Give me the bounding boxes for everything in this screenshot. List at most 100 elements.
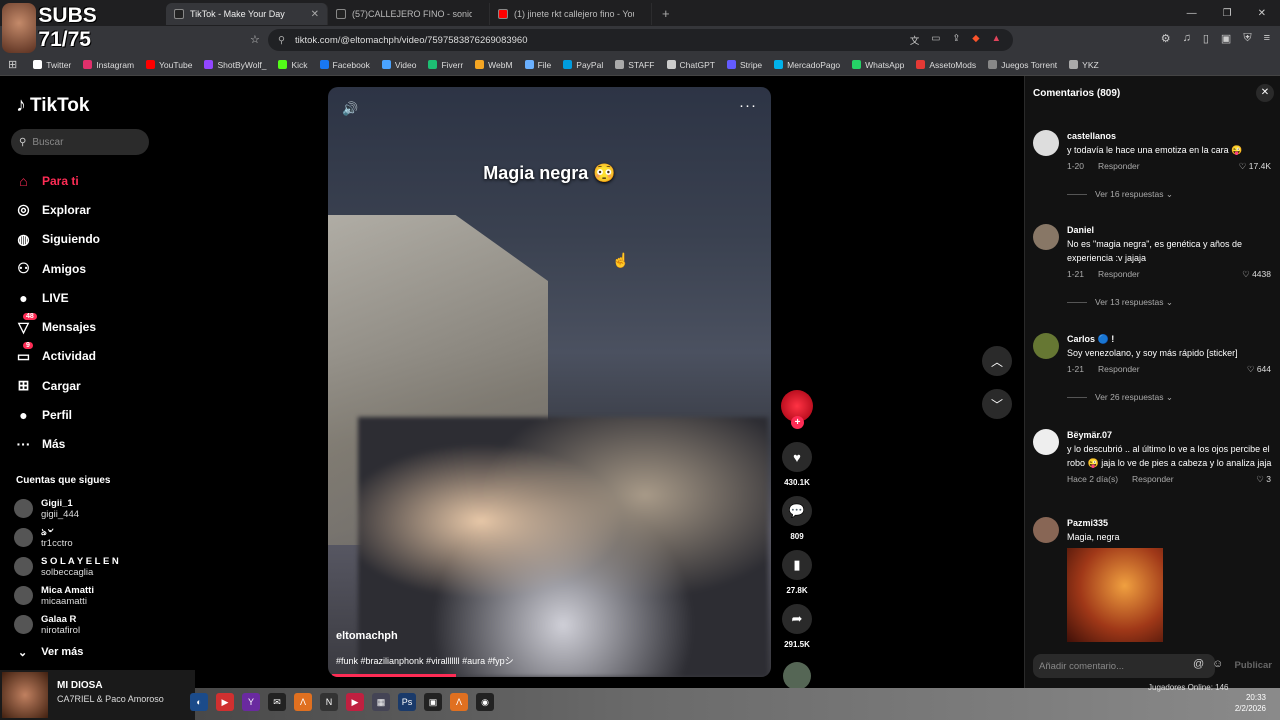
app-icon[interactable]: Λ <box>294 693 312 711</box>
nav-item[interactable]: ● Perfil <box>15 400 195 429</box>
menu-icon[interactable]: ≡ <box>1264 32 1270 45</box>
bookmark-star-icon[interactable]: ☆ <box>250 33 260 46</box>
reply-button[interactable]: Responder <box>1132 474 1174 484</box>
system-clock[interactable]: 20:33 2/2/2026 <box>1235 692 1266 714</box>
brave-shield-icon[interactable]: ◆ <box>972 33 979 47</box>
bookmark-item[interactable]: Fiverr <box>428 60 463 70</box>
bookmark-item[interactable]: Video <box>381 60 416 70</box>
sidebar-icon[interactable]: ▯ <box>1203 32 1209 45</box>
bookmark-item[interactable]: Instagram <box>83 60 134 70</box>
bookmark-item[interactable]: ChatGPT <box>666 60 715 70</box>
mention-icon[interactable]: @ <box>1193 658 1204 670</box>
view-replies-button[interactable]: Ver 16 respuestas ⌄ <box>1067 189 1279 200</box>
nav-item[interactable]: ▽ 48 Mensajes <box>15 312 195 341</box>
reply-button[interactable]: Responder <box>1098 364 1140 374</box>
bookmark-item[interactable]: AssetoMods <box>916 60 976 70</box>
music-disc-icon[interactable] <box>783 662 811 690</box>
following-item[interactable]: S O L A Y E L E Nsolbeccaglia <box>14 552 119 581</box>
app-icon[interactable]: Λ <box>450 693 468 711</box>
search-input[interactable]: ⚲ Buscar <box>11 129 149 155</box>
comment-like-button[interactable]: ♡ 4438 <box>1242 269 1271 280</box>
tiktok-logo[interactable]: ♪ TikTok <box>16 94 89 117</box>
video-hashtags[interactable]: #funk #brazilianphonk #viralllllll #aura… <box>336 654 514 667</box>
nav-item[interactable]: ⌂ Para ti <box>15 166 195 195</box>
comment-user[interactable]: Daniel <box>1067 224 1279 236</box>
view-replies-button[interactable]: Ver 26 respuestas ⌄ <box>1067 392 1279 403</box>
comment-button[interactable]: 💬 809 <box>782 496 812 541</box>
comment-input[interactable]: Añadir comentario... <box>1033 654 1215 678</box>
bookmark-item[interactable]: YouTube <box>146 60 192 70</box>
follow-plus-icon[interactable]: + <box>791 416 804 429</box>
close-comments-icon[interactable]: ✕ <box>1256 84 1274 102</box>
close-window-icon[interactable]: ✕ <box>1258 8 1266 19</box>
app-icon[interactable]: Y <box>242 693 260 711</box>
maximize-icon[interactable]: ❐ <box>1223 8 1232 19</box>
comment-user[interactable]: Carlos 🔵 ! <box>1067 333 1279 345</box>
publish-button[interactable]: Publicar <box>1235 660 1273 671</box>
ver-mas-button[interactable]: ⌄ Ver más <box>18 646 83 659</box>
following-item[interactable]: Gigii_1 gigii_444 <box>14 494 119 523</box>
bookmark-item[interactable]: Juegos Torrent <box>988 60 1057 70</box>
bookmark-item[interactable]: Kick <box>278 60 308 70</box>
bookmark-item[interactable]: File <box>524 60 551 70</box>
bookmark-item[interactable]: Facebook <box>319 60 370 70</box>
following-item[interactable]: ঌ৺ tr1cctro <box>14 523 119 552</box>
comment-like-button[interactable]: ♡ 17.4K <box>1239 161 1271 172</box>
bookmark-item[interactable]: YKZ <box>1069 60 1099 70</box>
bookmark-item[interactable]: WhatsApp <box>852 60 904 70</box>
bookmark-item[interactable]: MercadoPago <box>774 60 840 70</box>
avatar[interactable] <box>1033 429 1059 455</box>
bookmark-item[interactable]: Twitter <box>33 60 71 70</box>
cast-icon[interactable]: ▭ <box>931 33 940 47</box>
creator-avatar[interactable]: + <box>781 390 813 429</box>
nav-item[interactable]: ◎ Explorar <box>15 195 195 224</box>
video-author[interactable]: eltomachph <box>336 630 398 642</box>
nav-item[interactable]: ⊞ Cargar <box>15 371 195 400</box>
new-tab-button[interactable]: + <box>652 6 680 21</box>
share-button[interactable]: ➦ 291.5K <box>782 604 812 649</box>
app-icon[interactable]: ✉ <box>268 693 286 711</box>
reply-button[interactable]: Responder <box>1098 269 1140 279</box>
share-icon[interactable]: ⇪ <box>952 33 960 47</box>
wallet-icon[interactable]: ▣ <box>1221 32 1231 45</box>
video-progress-bar[interactable] <box>332 674 457 677</box>
nav-item[interactable]: ● LIVE <box>15 283 195 312</box>
avatar[interactable] <box>1033 130 1059 156</box>
translate-icon[interactable]: 文 <box>910 33 920 47</box>
app-icon[interactable]: ▶ <box>346 693 364 711</box>
emoji-icon[interactable]: ☺ <box>1212 658 1223 670</box>
more-options-icon[interactable]: ··· <box>739 97 757 114</box>
reply-button[interactable]: Responder <box>1098 161 1140 171</box>
app-icon[interactable]: ▦ <box>372 693 390 711</box>
nav-item[interactable]: ◍ Siguiendo <box>15 225 195 254</box>
nav-item[interactable]: ▭ 9 Actividad <box>15 341 195 371</box>
music-icon[interactable]: ♫ <box>1183 32 1191 45</box>
nav-item[interactable]: ⚇ Amigos <box>15 254 195 283</box>
app-icon[interactable]: ▣ <box>424 693 442 711</box>
avatar[interactable] <box>1033 517 1059 543</box>
avatar[interactable] <box>1033 333 1059 359</box>
following-item[interactable]: Mica Amatti micaamatti <box>14 581 119 610</box>
brave-rewards-icon[interactable]: ▲ <box>992 33 1001 47</box>
browser-tab[interactable]: TikTok - Make Your Day ✕ <box>166 3 328 25</box>
vpn-icon[interactable]: ⛨ <box>1243 32 1251 45</box>
save-button[interactable]: ▮ 27.8K <box>782 550 812 595</box>
bookmark-item[interactable]: PayPal <box>563 60 603 70</box>
bookmark-item[interactable]: WebM <box>475 60 513 70</box>
view-replies-button[interactable]: Ver 13 respuestas ⌄ <box>1067 297 1279 308</box>
browser-tab[interactable]: (57)CALLEJERO FINO - sonido origin... <box>328 3 490 25</box>
nav-item[interactable]: ··· Más <box>15 430 195 459</box>
app-icon[interactable]: ◉ <box>476 693 494 711</box>
extensions-icon[interactable]: ⚙ <box>1161 32 1171 45</box>
comment-user[interactable]: Bëymär.07 <box>1067 429 1279 441</box>
next-video-button[interactable]: ﹀ <box>982 389 1012 419</box>
comment-like-button[interactable]: ♡ 644 <box>1247 364 1271 375</box>
video-player[interactable]: 🔊 ··· Magia negra 😳 eltomachph #funk #br… <box>328 87 771 677</box>
comment-like-button[interactable]: ♡ 3 <box>1256 474 1271 485</box>
minimize-icon[interactable]: — <box>1187 8 1197 19</box>
app-icon[interactable]: ◐ <box>190 693 208 711</box>
like-button[interactable]: ♥ 430.1K <box>782 442 812 487</box>
comment-user[interactable]: Pazmi335 <box>1067 517 1279 529</box>
following-item[interactable]: Galaa Rnirotafirol <box>14 610 119 639</box>
address-bar[interactable]: ⚲ tiktok.com/@eltomachph/video/759758387… <box>268 29 1013 51</box>
